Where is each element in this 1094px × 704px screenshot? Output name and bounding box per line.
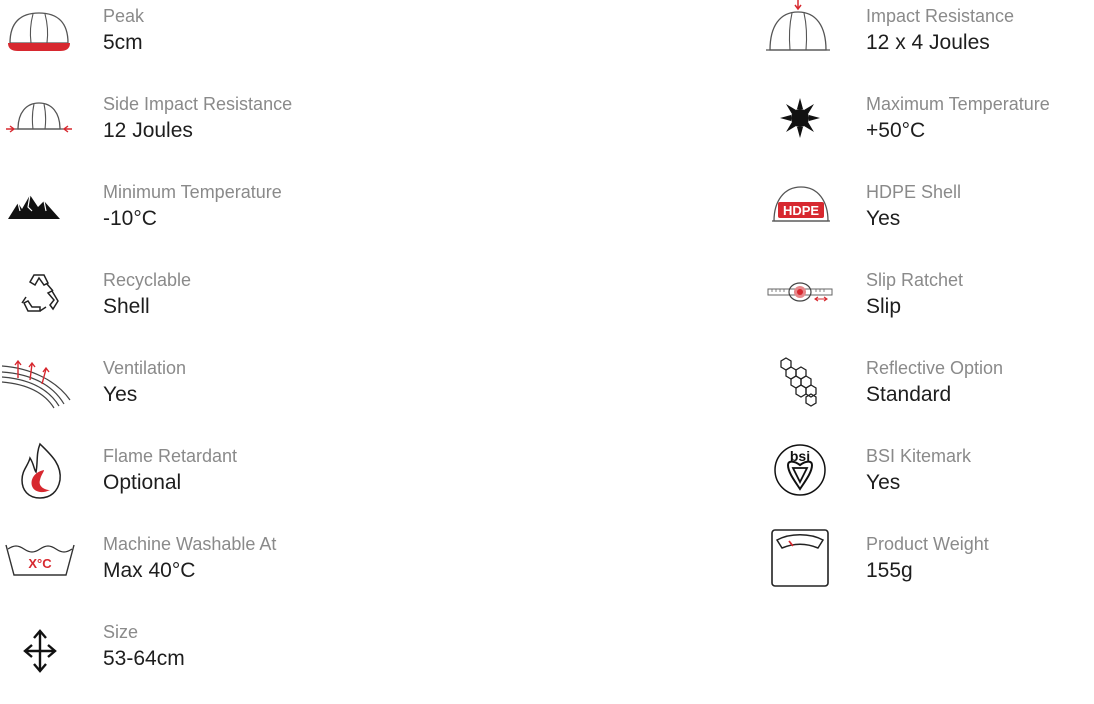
spec-item-product-weight: Product Weight 155g xyxy=(760,528,1094,616)
spec-value: Standard xyxy=(866,383,952,406)
spec-value: Yes xyxy=(866,207,901,230)
spec-item-impact-resistance: Impact Resistance 12 x 4 Joules xyxy=(760,0,1094,88)
spec-label: Flame Retardant xyxy=(103,446,238,466)
spec-label: Impact Resistance xyxy=(866,6,1015,26)
spec-value: Yes xyxy=(866,471,901,494)
ratchet-icon xyxy=(760,272,840,332)
honeycomb-icon xyxy=(760,352,840,412)
recycle-icon xyxy=(0,269,80,329)
spec-item-side-impact: Side Impact Resistance 12 Joules xyxy=(0,88,560,176)
spec-value: 53-64cm xyxy=(103,647,185,670)
spec-text: HDPE Shell Yes xyxy=(866,181,961,232)
kitemark-icon: bsi xyxy=(760,440,840,500)
spec-item-min-temperature: Minimum Temperature -10°C xyxy=(0,176,560,264)
spec-label: BSI Kitemark xyxy=(866,446,972,466)
spec-text: Product Weight 155g xyxy=(866,533,989,584)
spec-value: 12 x 4 Joules xyxy=(866,31,990,54)
top-impact-icon xyxy=(760,0,840,60)
spec-item-ventilation: Ventilation Yes xyxy=(0,352,560,440)
spec-text: Reflective Option Standard xyxy=(866,357,1003,408)
spec-value: 5cm xyxy=(103,31,143,54)
spec-item-peak: Peak 5cm xyxy=(0,0,560,88)
spec-value: Yes xyxy=(103,383,138,406)
spec-text: Size 53-64cm xyxy=(103,621,185,672)
spec-label: Peak xyxy=(103,6,145,26)
ventilation-icon xyxy=(0,352,80,412)
spec-label: Reflective Option xyxy=(866,358,1004,378)
spec-text: Ventilation Yes xyxy=(103,357,186,408)
size-arrows-icon xyxy=(0,626,80,686)
wash-icon: X°C xyxy=(0,533,80,593)
hdpe-shell-icon: HDPE xyxy=(760,181,840,241)
spec-label: Side Impact Resistance xyxy=(103,94,293,114)
spec-value: 12 Joules xyxy=(103,119,193,142)
spec-label: Recyclable xyxy=(103,270,192,290)
spec-item-machine-washable: X°C Machine Washable At Max 40°C xyxy=(0,528,560,616)
sun-icon xyxy=(760,93,840,153)
spec-text: Peak 5cm xyxy=(103,5,144,56)
spec-text: Flame Retardant Optional xyxy=(103,445,237,496)
spec-label: Slip Ratchet xyxy=(866,270,964,290)
wash-temp-text: X°C xyxy=(28,556,52,571)
spec-list-right: Impact Resistance 12 x 4 Joules Maximum … xyxy=(760,0,1094,616)
spec-label: Product Weight xyxy=(866,534,989,554)
spec-text: Machine Washable At Max 40°C xyxy=(103,533,276,584)
spec-value: +50°C xyxy=(866,119,926,142)
spec-value: Shell xyxy=(103,295,150,318)
spec-value: Max 40°C xyxy=(103,559,196,582)
spec-text: Slip Ratchet Slip xyxy=(866,269,963,320)
spec-text: BSI Kitemark Yes xyxy=(866,445,971,496)
weight-scale-icon xyxy=(760,528,840,588)
spec-list-left: Peak 5cm Side Impact Resistance 12 Joule… xyxy=(0,0,560,704)
flame-icon xyxy=(0,440,80,500)
spec-text: Minimum Temperature -10°C xyxy=(103,181,282,232)
spec-value: Slip xyxy=(866,295,902,318)
spec-item-recyclable: Recyclable Shell xyxy=(0,264,560,352)
side-impact-icon xyxy=(0,93,80,153)
spec-label: Minimum Temperature xyxy=(103,182,282,202)
spec-item-reflective-option: Reflective Option Standard xyxy=(760,352,1094,440)
spec-item-flame-retardant: Flame Retardant Optional xyxy=(0,440,560,528)
hdpe-text: HDPE xyxy=(783,203,819,218)
mountains-icon xyxy=(0,181,80,241)
spec-value: -10°C xyxy=(103,207,157,230)
spec-label: Ventilation xyxy=(103,358,187,378)
spec-item-hdpe-shell: HDPE HDPE Shell Yes xyxy=(760,176,1094,264)
spec-item-size: Size 53-64cm xyxy=(0,616,560,704)
spec-label: Machine Washable At xyxy=(103,534,277,554)
spec-label: Maximum Temperature xyxy=(866,94,1050,114)
spec-value: 155g xyxy=(866,559,913,582)
spec-text: Recyclable Shell xyxy=(103,269,191,320)
spec-item-max-temperature: Maximum Temperature +50°C xyxy=(760,88,1094,176)
spec-text: Maximum Temperature +50°C xyxy=(866,93,1050,144)
spec-item-slip-ratchet: Slip Ratchet Slip xyxy=(760,264,1094,352)
spec-label: Size xyxy=(103,622,139,642)
helmet-peak-icon xyxy=(0,5,80,65)
spec-text: Impact Resistance 12 x 4 Joules xyxy=(866,5,1014,56)
spec-text: Side Impact Resistance 12 Joules xyxy=(103,93,292,144)
spec-item-bsi-kitemark: bsi BSI Kitemark Yes xyxy=(760,440,1094,528)
spec-value: Optional xyxy=(103,471,182,494)
spec-label: HDPE Shell xyxy=(866,182,962,202)
